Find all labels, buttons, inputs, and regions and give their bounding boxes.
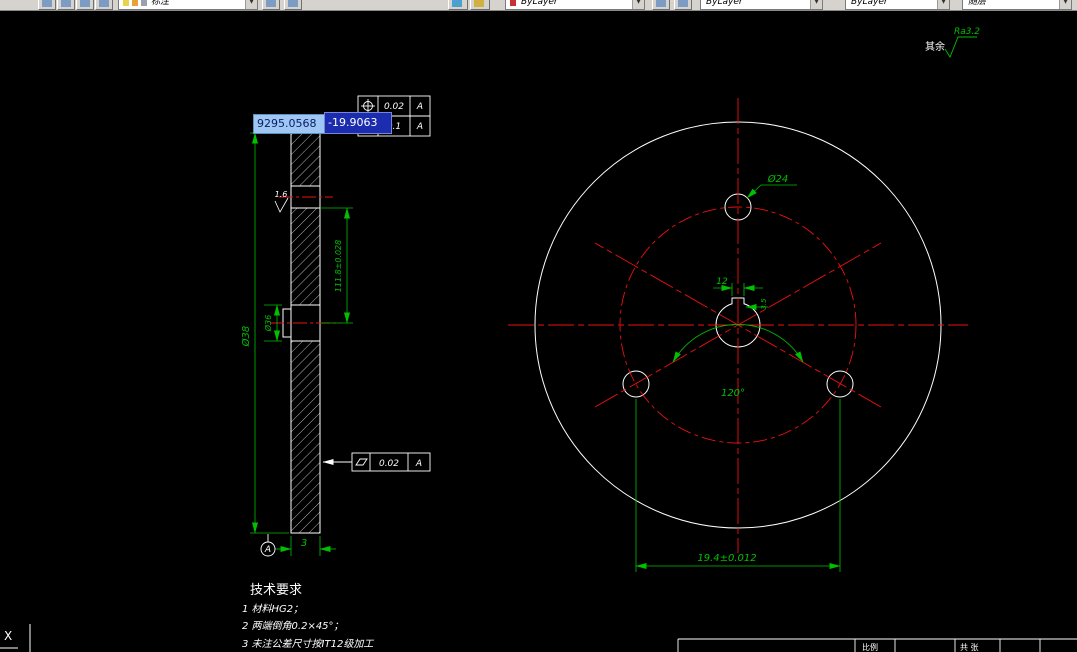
toolbar-button[interactable] xyxy=(38,0,56,10)
fcf-bottom-datum: A xyxy=(415,459,422,469)
lineweight-combo[interactable]: ByLayer ▼ xyxy=(845,0,950,10)
chevron-down-icon[interactable]: ▼ xyxy=(810,0,822,9)
title-block-cell: 比例 xyxy=(862,642,878,652)
color-combo[interactable]: ByLayer ▼ xyxy=(505,0,645,10)
fcf-top-value-1: 0.02 xyxy=(384,102,404,112)
toolbar-button[interactable] xyxy=(470,0,490,10)
tool-icon xyxy=(61,0,71,7)
chevron-down-icon[interactable]: ▼ xyxy=(1059,0,1071,9)
plotstyle-combo[interactable]: 随层 ▼ xyxy=(962,0,1072,10)
surface-note-prefix: 其余 xyxy=(925,40,945,53)
toolbar-button[interactable] xyxy=(57,0,75,10)
ucs-x-label: X xyxy=(4,629,12,643)
drawing-canvas[interactable]: Ø38 Ø36 111.8±0.028 3 A 1.6 0.02 A 0.1 A… xyxy=(0,0,1077,652)
layer-on-icon xyxy=(123,0,129,6)
fcf-top-datum-2: A xyxy=(416,122,423,132)
toolbar-button[interactable] xyxy=(95,0,113,10)
dim-thickness-text: 3 xyxy=(301,538,307,549)
linetype-combo-value: ByLayer xyxy=(706,0,743,7)
dynamic-input-y-field[interactable]: -19.9063 xyxy=(324,112,392,134)
toolbar-button[interactable] xyxy=(284,0,302,10)
title-block-cell: 共 张 xyxy=(960,643,979,652)
toolbar-button[interactable] xyxy=(262,0,280,10)
plotstyle-combo-value: 随层 xyxy=(968,0,987,7)
canvas-background xyxy=(0,0,1077,652)
top-toolbar: 标注 ▼ ByLayer ▼ ByLayer ▼ ByLayer ▼ 随层 ▼ xyxy=(0,0,1077,11)
fcf-bottom-value: 0.02 xyxy=(379,459,399,469)
dim-bore-diameter-text: Ø36 xyxy=(263,315,273,332)
chevron-down-icon[interactable]: ▼ xyxy=(937,0,949,9)
color-swatch-icon xyxy=(510,0,516,6)
toolbar-button[interactable] xyxy=(448,0,468,10)
tool-icon xyxy=(474,0,484,7)
chevron-down-icon[interactable]: ▼ xyxy=(245,0,257,9)
tool-icon xyxy=(452,0,462,7)
surface-note-value: Ra3.2 xyxy=(954,27,980,37)
tool-icon xyxy=(288,0,298,7)
tool-icon xyxy=(678,0,688,7)
tech-req-item: 2 两端倒角0.2×45°； xyxy=(242,620,344,632)
dynamic-input-x-field[interactable]: 9295.0568 xyxy=(253,114,325,134)
toolbar-button[interactable] xyxy=(652,0,670,10)
fcf-top-datum-1: A xyxy=(416,102,423,112)
dim-outer-diameter-text: Ø38 xyxy=(240,326,252,348)
hatch-area xyxy=(291,208,320,305)
linetype-combo[interactable]: ByLayer ▼ xyxy=(700,0,823,10)
roughness-value: 1.6 xyxy=(275,190,288,199)
dim-angle-text: 120° xyxy=(721,388,745,399)
layer-combo-value: 标注 xyxy=(151,0,170,7)
layer-lock-icon xyxy=(141,0,147,6)
dim-hub-width-text: 111.8±0.028 xyxy=(334,240,343,293)
hatch-area xyxy=(291,341,320,533)
toolbar-button[interactable] xyxy=(76,0,94,10)
dim-keyway-depth-text: 3.5 xyxy=(760,298,768,310)
hatch-area xyxy=(291,133,320,186)
layer-freeze-icon xyxy=(132,0,138,6)
datum-symbol-label: A xyxy=(264,545,271,555)
tool-icon xyxy=(99,0,109,7)
toolbar-button[interactable] xyxy=(674,0,692,10)
dim-keyway-width-text: 12 xyxy=(716,277,728,287)
dynamic-input-y-value: -19.9063 xyxy=(328,116,378,129)
lineweight-combo-value: ByLayer xyxy=(851,0,888,7)
dim-hole-spacing-text: 19.4±0.012 xyxy=(697,553,756,564)
chevron-down-icon[interactable]: ▼ xyxy=(632,0,644,9)
tool-icon xyxy=(266,0,276,7)
tech-req-item: 1 材料HG2； xyxy=(242,603,303,615)
color-combo-value: ByLayer xyxy=(521,0,558,7)
tech-req-title: 技术要求 xyxy=(250,583,302,598)
tool-icon xyxy=(656,0,666,7)
layer-combo[interactable]: 标注 ▼ xyxy=(118,0,258,10)
dynamic-input-x-value: 9295.0568 xyxy=(257,117,317,130)
dim-hole-diameter-text: Ø24 xyxy=(767,173,789,185)
cad-application-window: 标注 ▼ ByLayer ▼ ByLayer ▼ ByLayer ▼ 随层 ▼ … xyxy=(0,0,1077,652)
tool-icon xyxy=(80,0,90,7)
tool-icon xyxy=(42,0,52,7)
tech-req-item: 3 未注公差尺寸按IT12级加工 xyxy=(242,638,374,650)
